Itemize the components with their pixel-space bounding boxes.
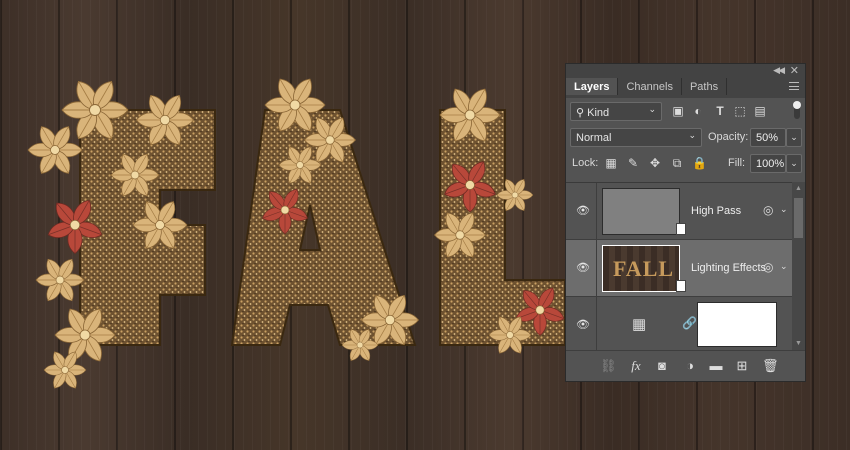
- shape-filter-icon[interactable]: ⬚: [732, 103, 748, 119]
- lock-image-pixels-icon[interactable]: ✎: [626, 156, 640, 170]
- link-layers-icon[interactable]: ⛓: [600, 358, 617, 374]
- thumbnail-text: FALL: [613, 256, 675, 281]
- panel-tabs: Layers Channels Paths: [566, 78, 805, 98]
- blend-row: Normal ⌄ Opacity: 50% ⌄: [566, 124, 805, 150]
- layer-thumbnail: [602, 188, 686, 235]
- filter-mask-thumbnail[interactable]: [697, 302, 777, 347]
- scroll-down-icon[interactable]: ▼: [795, 340, 802, 347]
- divider: [596, 297, 597, 354]
- new-layer-icon[interactable]: ⊞: [734, 358, 750, 374]
- lock-all-icon[interactable]: 🔒: [692, 156, 707, 170]
- layer-name[interactable]: Lighting Effects: [691, 262, 766, 274]
- new-group-folder-icon[interactable]: ▬: [708, 358, 724, 374]
- filter-kind-label: Kind: [587, 107, 610, 119]
- fill-input[interactable]: 100%: [750, 154, 786, 173]
- layer-row[interactable]: 👁 ▦ 🔗: [566, 297, 792, 354]
- layer-thumbnail: FALL: [602, 245, 686, 292]
- filter-kind-dropdown[interactable]: ⚲ Kind ⌄: [570, 102, 662, 121]
- fill-slider-toggle[interactable]: ⌄: [786, 154, 802, 173]
- chevron-down-icon: ⌄: [688, 130, 696, 140]
- smart-filter-icon[interactable]: ◎: [763, 260, 773, 274]
- smart-object-filter-icon[interactable]: ▤: [752, 103, 768, 119]
- panel-title-bar[interactable]: ◀◀ ✕: [566, 64, 805, 78]
- opacity-label: Opacity:: [708, 131, 749, 143]
- close-panel-icon[interactable]: ✕: [790, 64, 799, 77]
- tab-paths[interactable]: Paths: [682, 78, 728, 95]
- opacity-slider-toggle[interactable]: ⌄: [786, 128, 802, 147]
- visibility-eye-icon[interactable]: 👁: [576, 262, 590, 274]
- type-filter-icon[interactable]: T: [712, 103, 728, 119]
- scroll-up-icon[interactable]: ▲: [795, 185, 802, 192]
- blend-mode-value: Normal: [576, 132, 612, 144]
- layers-list: 👁 High Pass ◎ ⌄ 👁 FALL Lighting Effects …: [566, 182, 792, 354]
- visibility-eye-icon[interactable]: 👁: [576, 319, 590, 331]
- divider: [596, 240, 597, 297]
- smart-filter-icon[interactable]: ◎: [763, 203, 773, 217]
- layer-name[interactable]: High Pass: [691, 205, 741, 217]
- mask-link-icon[interactable]: 🔗: [682, 316, 697, 330]
- opacity-input[interactable]: 50%: [750, 128, 786, 147]
- layer-row[interactable]: 👁 FALL Lighting Effects ◎ ⌄: [566, 240, 792, 297]
- smart-filters-grid-icon: ▦: [632, 316, 647, 333]
- tab-layers[interactable]: Layers: [566, 78, 619, 95]
- lock-row: Lock: ▦ ✎ ✥ ⧉ 🔒 Fill: 100% ⌄: [566, 150, 805, 176]
- tab-channels[interactable]: Channels: [618, 78, 682, 95]
- lock-label: Lock:: [572, 157, 599, 169]
- divider: [596, 183, 597, 240]
- chevron-down-icon[interactable]: ⌄: [780, 261, 788, 272]
- layer-row[interactable]: 👁 High Pass ◎ ⌄: [566, 183, 792, 240]
- chevron-down-icon[interactable]: ⌄: [780, 204, 788, 215]
- panel-menu-icon[interactable]: [789, 82, 799, 90]
- lock-artboard-icon[interactable]: ⧉: [670, 156, 684, 170]
- pixel-filter-icon[interactable]: ▣: [670, 103, 686, 119]
- collapse-panel-icon[interactable]: ◀◀: [773, 65, 785, 76]
- filter-row: ⚲ Kind ⌄ ▣ ◐ T ⬚ ▤: [566, 98, 805, 124]
- panel-bottom-bar: ⛓ fx ◙ ◑ ▬ ⊞ 🗑: [566, 350, 805, 381]
- delete-layer-trash-icon[interactable]: 🗑: [762, 358, 779, 374]
- smart-object-badge-icon: [676, 280, 686, 292]
- filter-toggle[interactable]: [793, 101, 801, 119]
- blend-mode-dropdown[interactable]: Normal ⌄: [570, 128, 702, 147]
- smart-object-badge-icon: [676, 223, 686, 235]
- fill-label: Fill:: [728, 157, 746, 169]
- layers-scrollbar[interactable]: ▲ ▼: [792, 182, 805, 350]
- add-mask-icon[interactable]: ◙: [654, 358, 670, 374]
- adjustment-filter-icon[interactable]: ◐: [690, 103, 706, 119]
- scroll-thumb[interactable]: [794, 198, 803, 238]
- chevron-down-icon: ⌄: [648, 104, 656, 114]
- visibility-eye-icon[interactable]: 👁: [576, 205, 590, 217]
- search-icon: ⚲: [576, 107, 585, 119]
- layers-panel: ◀◀ ✕ Layers Channels Paths ⚲ Kind ⌄ ▣ ◐ …: [565, 63, 806, 382]
- new-adjustment-layer-icon[interactable]: ◑: [682, 358, 698, 374]
- lock-position-icon[interactable]: ✥: [648, 156, 662, 170]
- add-layer-style-icon[interactable]: fx: [628, 358, 644, 374]
- lock-transparent-pixels-icon[interactable]: ▦: [604, 156, 618, 170]
